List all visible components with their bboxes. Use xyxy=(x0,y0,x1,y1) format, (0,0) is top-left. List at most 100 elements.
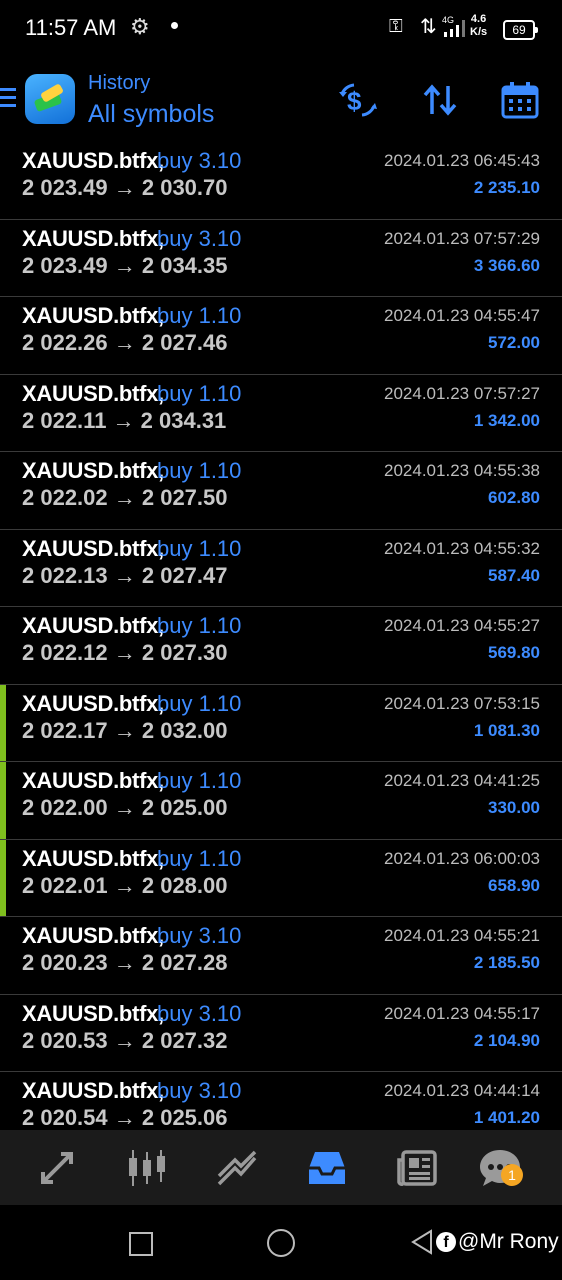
trade-type: buy 3.10 xyxy=(157,923,242,948)
back-button[interactable] xyxy=(410,1229,434,1255)
trade-profit: 602.80 xyxy=(488,488,540,507)
trade-row[interactable]: XAUUSD.btfx, buy 1.10 2024.01.23 07:53:15 2… xyxy=(0,684,562,762)
network-type-label: 4G xyxy=(442,15,454,25)
home-button[interactable] xyxy=(267,1229,295,1257)
trade-row[interactable]: XAUUSD.btfx, buy 1.10 2024.01.23 06:00:03 2… xyxy=(0,839,562,917)
trade-type: buy 1.10 xyxy=(157,613,242,638)
facebook-icon: f xyxy=(436,1232,456,1252)
trade-profit: 569.80 xyxy=(488,643,540,662)
trade-prices: 2 020.54 → 2 025.06 xyxy=(22,1105,228,1130)
trade-symbol: XAUUSD.btfx, xyxy=(22,535,164,561)
sort-icon[interactable] xyxy=(420,80,460,120)
trade-time: 2024.01.23 07:53:15 xyxy=(384,693,540,713)
trade-symbol: XAUUSD.btfx, xyxy=(22,380,164,406)
trade-row[interactable]: XAUUSD.btfx, buy 1.10 2024.01.23 04:55:38 2… xyxy=(0,452,562,530)
trade-profit: 1 401.20 xyxy=(473,1108,540,1127)
trade-symbol: XAUUSD.btfx, xyxy=(22,303,164,328)
trade-profit: 1 081.30 xyxy=(473,720,540,740)
trade-prices: 2 022.11 → 2 034.31 xyxy=(22,407,227,433)
trade-prices: 2 022.02 → 2 027.50 xyxy=(22,485,228,510)
data-transfer-icon: ⇅ xyxy=(420,16,437,38)
news-tab[interactable] xyxy=(395,1146,439,1190)
trade-time: 2024.01.23 04:55:17 xyxy=(384,1003,540,1023)
trade-type: buy 1.10 xyxy=(157,303,242,328)
speed-value: 4.6 xyxy=(470,13,487,25)
trade-symbol: XAUUSD.btfx, xyxy=(22,690,164,716)
recent-apps-button[interactable] xyxy=(129,1232,153,1256)
trade-time: 2024.01.23 04:41:25 xyxy=(384,771,540,790)
trade-row-marker xyxy=(0,839,6,916)
symbol-filter[interactable]: All symbols xyxy=(88,100,214,129)
trade-row[interactable]: XAUUSD.btfx, buy 3.10 2024.01.23 04:55:21 2… xyxy=(0,917,562,995)
status-bar: 11:57 AM ⚙ ⚿ ⇅ 4G 4.6 K/s 69 xyxy=(0,0,562,58)
trade-type: buy 1.10 xyxy=(157,845,242,871)
trade-prices: 2 022.01 → 2 028.00 xyxy=(22,872,228,898)
trade-profit: 572.00 xyxy=(488,333,540,352)
network-speed: 4.6 K/s xyxy=(470,13,487,39)
trade-symbol: XAUUSD.btfx, xyxy=(22,225,164,251)
trade-type: buy 1.10 xyxy=(157,768,242,793)
menu-icon[interactable] xyxy=(0,88,16,110)
trade-tab[interactable] xyxy=(215,1146,259,1190)
trade-prices: 2 023.49 → 2 034.35 xyxy=(22,252,228,278)
trade-time: 2024.01.23 04:55:47 xyxy=(384,306,540,325)
trade-type: buy 1.10 xyxy=(157,458,242,483)
trade-symbol: XAUUSD.btfx, xyxy=(22,148,164,173)
trade-prices: 2 022.12 → 2 027.30 xyxy=(22,640,228,665)
trade-row[interactable]: XAUUSD.btfx, buy 3.10 2024.01.23 07:57:29 2… xyxy=(0,220,562,297)
trade-row[interactable]: XAUUSD.btfx, buy 1.10 2024.01.23 04:41:25 2… xyxy=(0,762,562,840)
trade-profit: 2 104.90 xyxy=(473,1030,540,1050)
trade-prices: 2 020.53 → 2 027.32 xyxy=(22,1027,228,1053)
trade-profit: 3 366.60 xyxy=(473,255,540,275)
trade-row[interactable]: XAUUSD.btfx, buy 1.10 2024.01.23 04:55:47 2… xyxy=(0,297,562,375)
bottom-tab-bar xyxy=(0,1130,562,1205)
trade-profit: 2 235.10 xyxy=(473,178,540,197)
system-nav-bar: f @Mr Rony xyxy=(0,1205,562,1280)
trade-row-marker xyxy=(0,684,6,761)
trade-symbol: XAUUSD.btfx, xyxy=(22,923,164,948)
trade-row[interactable]: XAUUSD.btfx, buy 3.10 2024.01.23 06:45:43 2… xyxy=(0,142,562,220)
chart-tab[interactable] xyxy=(125,1146,169,1190)
battery-indicator: 69 xyxy=(503,20,538,40)
app-logo[interactable] xyxy=(25,74,75,124)
trade-type: buy 3.10 xyxy=(157,148,242,173)
trade-row[interactable]: XAUUSD.btfx, buy 1.10 2024.01.23 04:55:27 2… xyxy=(0,607,562,685)
page-subtitle: History xyxy=(88,72,151,94)
trade-time: 2024.01.23 04:55:38 xyxy=(384,461,540,480)
status-time: 11:57 AM xyxy=(25,15,117,40)
trade-type: buy 1.10 xyxy=(157,535,242,561)
trade-time: 2024.01.23 04:55:32 xyxy=(384,538,540,558)
trade-type: buy 1.10 xyxy=(157,690,242,716)
trade-time: 2024.01.23 04:55:27 xyxy=(384,616,540,635)
history-tab[interactable] xyxy=(305,1146,349,1190)
trade-type: buy 1.10 xyxy=(157,380,242,406)
trade-prices: 2 020.23 → 2 027.28 xyxy=(22,950,228,975)
quotes-tab[interactable] xyxy=(35,1146,79,1190)
trade-symbol: XAUUSD.btfx, xyxy=(22,613,164,638)
currency-swap-icon[interactable]: $ xyxy=(338,80,378,120)
trade-prices: 2 022.13 → 2 027.47 xyxy=(22,562,228,588)
trade-type: buy 3.10 xyxy=(157,1000,242,1026)
speed-unit: K/s xyxy=(470,26,488,38)
trade-row[interactable]: XAUUSD.btfx, buy 1.10 2024.01.23 07:57:27 2… xyxy=(0,375,562,452)
trade-profit: 587.40 xyxy=(488,565,540,585)
trade-prices: 2 022.26 → 2 027.46 xyxy=(22,330,228,355)
trade-time: 2024.01.23 04:44:14 xyxy=(384,1081,540,1100)
trade-row[interactable]: XAUUSD.btfx, buy 3.10 2024.01.23 04:55:17 2… xyxy=(0,995,562,1072)
calendar-icon[interactable] xyxy=(500,80,540,120)
notification-dot-icon xyxy=(171,22,178,29)
trade-prices: 2 022.17 → 2 032.00 xyxy=(22,717,228,743)
trade-row-marker xyxy=(0,762,6,839)
trade-profit: 330.00 xyxy=(488,798,540,817)
vpn-key-icon: ⚿ xyxy=(389,16,403,36)
trade-time: 2024.01.23 07:57:27 xyxy=(384,383,540,403)
trade-time: 2024.01.23 06:45:43 xyxy=(384,151,540,170)
chat-badge: 1 xyxy=(501,1164,523,1186)
trade-time: 2024.01.23 06:00:03 xyxy=(384,848,540,868)
trade-profit: 658.90 xyxy=(488,875,540,895)
trade-symbol: XAUUSD.btfx, xyxy=(22,845,164,871)
trade-history-list: XAUUSD.btfx, buy 3.10 2024.01.23 06:45:43 2… xyxy=(0,142,562,1150)
watermark-text: @Mr Rony xyxy=(458,1230,559,1253)
app-header: History All symbols $ xyxy=(0,62,562,142)
trade-row[interactable]: XAUUSD.btfx, buy 1.10 2024.01.23 04:55:32 2… xyxy=(0,530,562,607)
